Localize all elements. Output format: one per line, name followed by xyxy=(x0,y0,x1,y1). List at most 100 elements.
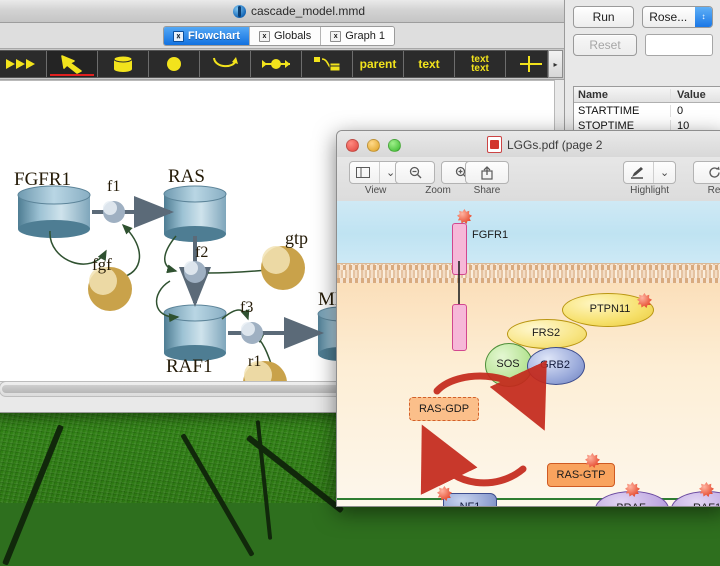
circle-icon xyxy=(165,55,183,73)
tab-flowchart[interactable]: x Flowchart xyxy=(164,27,250,45)
chevron-right-icon: ▸ xyxy=(553,60,557,69)
minimize-icon[interactable] xyxy=(367,139,380,152)
nf1-label: NF1 xyxy=(460,501,481,506)
rotate-icon xyxy=(708,166,720,179)
rotate-button[interactable] xyxy=(693,161,720,184)
text-text-tool-label: texttext xyxy=(471,55,489,73)
connector-tool[interactable] xyxy=(200,51,251,77)
tab-graph-1[interactable]: x Graph 1 xyxy=(321,27,394,45)
highlight-label: Highlight xyxy=(623,185,676,196)
zoom-icon[interactable] xyxy=(388,139,401,152)
raf1-label: RAF1 xyxy=(681,500,720,506)
reset-row: Reset xyxy=(565,28,720,56)
nf1-tag: NF1 xyxy=(443,493,497,506)
close-icon[interactable] xyxy=(346,139,359,152)
close-icon[interactable]: x xyxy=(173,31,184,42)
flow-label-f2: f2 xyxy=(195,244,208,262)
share-icon xyxy=(481,166,493,180)
ras-gtp-label: RAS-GTP xyxy=(557,469,606,481)
scenario-name-input[interactable] xyxy=(645,34,713,56)
pointer-tool[interactable] xyxy=(47,51,98,77)
triple-arrow-icon xyxy=(6,58,36,70)
ras-cycle-arrows xyxy=(337,201,720,506)
document-icon xyxy=(233,5,246,18)
zoom-out-button[interactable] xyxy=(395,161,435,184)
pdf-preview-window[interactable]: LGGs.pdf (page 2 ⌄ View xyxy=(336,130,720,507)
stock-tool[interactable] xyxy=(98,51,149,77)
table-row[interactable]: STARTTIME 0 xyxy=(574,103,720,118)
scenario-popup[interactable]: Rose... ↕ xyxy=(642,6,713,28)
column-header-value: Value xyxy=(671,89,706,101)
converter-gtp xyxy=(261,246,305,290)
pen-icon xyxy=(630,166,644,179)
flow-label-f3: f3 xyxy=(240,299,253,317)
flow-icon xyxy=(261,56,291,72)
flowchart-title-group: cascade_model.mmd xyxy=(233,4,365,18)
highlight-caret-icon[interactable]: ⌄ xyxy=(653,162,675,183)
reset-button-label: Reset xyxy=(589,38,620,52)
curved-connector-icon xyxy=(212,56,238,72)
stock-label-ras: RAS xyxy=(168,166,205,188)
run-row: Run Rose... ↕ xyxy=(565,0,720,28)
pdf-toolbar[interactable]: ⌄ View xyxy=(337,157,720,202)
chevron-updown-icon[interactable]: ↕ xyxy=(695,7,712,27)
converter-label-fgf: fgf xyxy=(92,255,112,275)
magnifier-minus-icon xyxy=(409,166,422,179)
drawing-toolbar[interactable]: parent text texttext xyxy=(0,49,565,80)
axes-icon xyxy=(519,55,543,73)
sidebar-view-icon[interactable] xyxy=(350,162,376,183)
tab-label: Graph 1 xyxy=(345,30,385,42)
parent-tool[interactable]: parent xyxy=(353,51,404,77)
valve-f3 xyxy=(241,322,263,344)
run-button[interactable]: Run xyxy=(573,6,634,28)
grass-blade xyxy=(180,433,254,557)
highlighter-pen-icon[interactable] xyxy=(624,162,650,183)
parent-tool-label: parent xyxy=(360,57,397,71)
panel-icon xyxy=(356,167,370,178)
highlight-group[interactable]: ⌄ Highlight xyxy=(623,161,676,196)
submodel-tool[interactable] xyxy=(302,51,353,77)
ras-gdp-label: RAS-GDP xyxy=(419,403,469,415)
cylinder-icon xyxy=(112,55,134,73)
column-header-name: Name xyxy=(574,89,671,101)
cell-value[interactable]: 0 xyxy=(671,105,683,117)
text-tool[interactable]: text xyxy=(404,51,455,77)
grass-blade xyxy=(2,424,64,565)
pdf-titlebar[interactable]: LGGs.pdf (page 2 xyxy=(337,131,720,157)
flow-tool[interactable] xyxy=(251,51,302,77)
share-group[interactable]: Share xyxy=(465,161,509,196)
valve-f1 xyxy=(103,201,125,223)
braf-label: BRAF xyxy=(605,500,657,506)
pdf-page-content[interactable]: FGFR1 PTPN11 FRS2 SOS GRB2 R xyxy=(337,201,720,506)
highlight-button[interactable]: ⌄ xyxy=(623,161,676,184)
tab-globals[interactable]: x Globals xyxy=(250,27,321,45)
stock-label-fgfr1: FGFR1 xyxy=(14,169,71,191)
text-tool-label: text xyxy=(418,57,439,71)
close-icon[interactable]: x xyxy=(330,31,341,42)
toolbar-scroll-right-button[interactable]: ▸ xyxy=(548,50,563,78)
tab-bar[interactable]: x Flowchart x Globals x Graph 1 xyxy=(0,23,565,49)
run-button-label: Run xyxy=(593,10,615,24)
tool-strip[interactable]: parent text texttext xyxy=(0,50,548,78)
text-text-tool[interactable]: texttext xyxy=(455,51,506,77)
axes-tool[interactable] xyxy=(506,51,548,77)
reset-button[interactable]: Reset xyxy=(573,34,637,56)
ras-gtp-tag: RAS-GTP xyxy=(547,463,615,487)
stock-ras xyxy=(164,186,226,242)
window-controls[interactable] xyxy=(346,139,401,152)
close-icon[interactable]: x xyxy=(259,31,270,42)
stock-fgfr1 xyxy=(18,186,90,238)
rotate-group[interactable]: Re xyxy=(693,161,720,196)
table-header-row: Name Value xyxy=(574,87,720,103)
tab-group[interactable]: x Flowchart x Globals x Graph 1 xyxy=(163,26,395,46)
converter-tool[interactable] xyxy=(149,51,200,77)
submodel-icon xyxy=(313,55,341,73)
flowchart-titlebar[interactable]: cascade_model.mmd xyxy=(0,0,565,23)
scenario-popup-label: Rose... xyxy=(643,10,693,24)
run-arrows-tool[interactable] xyxy=(0,51,47,77)
stock-label-raf1: RAF1 xyxy=(166,356,212,378)
tab-label: Globals xyxy=(274,30,311,42)
flow-label-f1: f1 xyxy=(107,178,120,196)
share-button[interactable] xyxy=(465,161,509,184)
tab-label: Flowchart xyxy=(188,30,240,42)
